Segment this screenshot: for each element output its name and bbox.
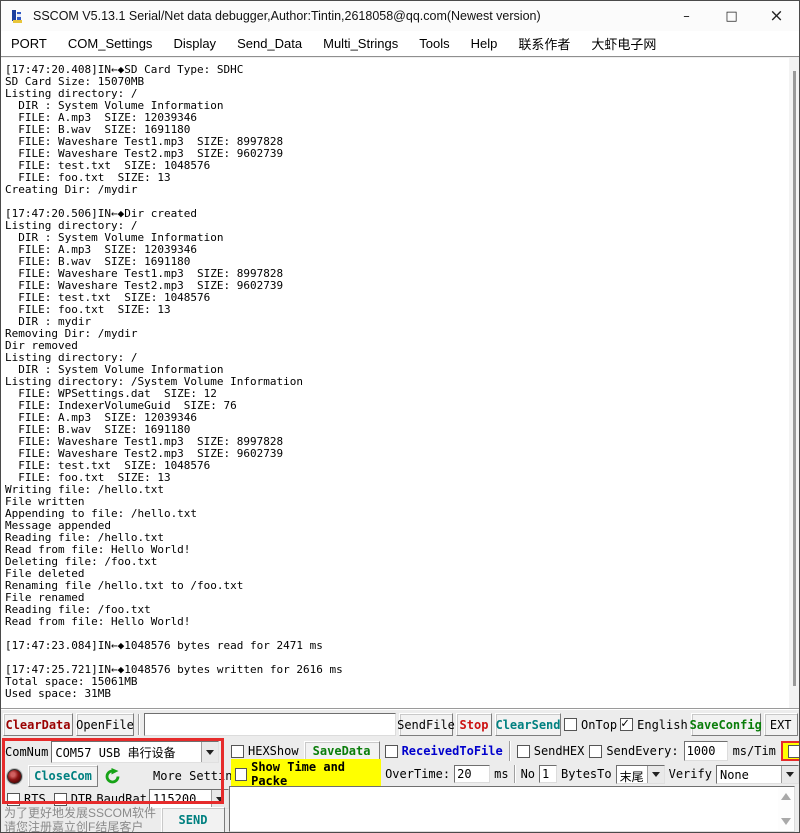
- control-panel: ClearData OpenFile SendFile Stop ClearSe…: [1, 709, 799, 833]
- send-file-path-input[interactable]: [144, 713, 396, 736]
- show-time-label: Show Time and Packe: [251, 760, 377, 788]
- sendhex-checkbox[interactable]: SendHEX: [517, 744, 585, 758]
- menu-tools[interactable]: Tools: [419, 36, 449, 51]
- english-checkbox[interactable]: English: [620, 713, 688, 736]
- save-config-button[interactable]: SaveConfig: [691, 713, 761, 736]
- window-title: SSCOM V5.13.1 Serial/Net data debugger,A…: [33, 9, 541, 23]
- group-separator: [509, 741, 511, 761]
- open-file-button[interactable]: OpenFile: [76, 713, 134, 736]
- show-time-checkbox-box: [235, 768, 247, 781]
- toolbar-separator: [138, 714, 140, 735]
- stop-button[interactable]: Stop: [456, 713, 492, 736]
- send-every-checkbox-box: [589, 745, 602, 758]
- com-port-dropdown[interactable]: COM57 USB 串行设备: [51, 741, 219, 763]
- send-text-area-wrap: [229, 786, 795, 832]
- group-separator: [514, 765, 516, 783]
- bytes-to-label: BytesTo: [561, 767, 612, 781]
- received-to-file-checkbox-box: [385, 745, 398, 758]
- menu-com-settings[interactable]: COM_Settings: [68, 36, 153, 51]
- menu-port[interactable]: PORT: [11, 36, 47, 51]
- send-every-label: SendEvery:: [606, 744, 678, 758]
- english-checkbox-box: [620, 718, 633, 731]
- overtime-input[interactable]: [454, 765, 490, 783]
- com-port-value: COM57 USB 串行设备: [52, 742, 201, 762]
- menu-send-data[interactable]: Send_Data: [237, 36, 302, 51]
- toolbar-row: ClearData OpenFile SendFile Stop ClearSe…: [3, 713, 800, 736]
- menu-contact-author[interactable]: 联系作者: [518, 34, 570, 53]
- app-icon: [9, 8, 26, 25]
- app-window: SSCOM V5.13.1 Serial/Net data debugger,A…: [0, 0, 800, 833]
- sendhex-checkbox-box: [517, 745, 530, 758]
- dtr-label: DTR: [71, 792, 93, 806]
- menu-multi-strings[interactable]: Multi_Strings: [323, 36, 398, 51]
- show-time-checkbox[interactable]: Show Time and Packe: [231, 759, 381, 789]
- verify-value: None: [717, 766, 781, 783]
- send-every-checkbox[interactable]: SendEvery:: [589, 744, 678, 758]
- send-area-scrollbar[interactable]: [778, 788, 793, 830]
- terminal-scrollbar[interactable]: [789, 58, 799, 708]
- dtr-checkbox-box: [54, 793, 67, 806]
- minimize-icon[interactable]: –: [664, 1, 709, 31]
- chevron-down-icon[interactable]: [647, 766, 664, 783]
- rts-label: RTS: [24, 792, 46, 806]
- terminal-area: [17:47:20.408]IN←◆SD Card Type: SDHC SD …: [1, 58, 799, 709]
- refresh-ports-icon[interactable]: [104, 768, 121, 785]
- frame-options-row: Show Time and Packe OverTime: ms No Byte…: [231, 764, 799, 784]
- send-button[interactable]: SEND: [161, 807, 225, 833]
- chevron-down-icon[interactable]: [201, 742, 218, 762]
- menu-help[interactable]: Help: [471, 36, 498, 51]
- bytes-to-value: 末尾: [617, 766, 647, 783]
- rts-checkbox[interactable]: RTS: [7, 792, 46, 806]
- menu-display[interactable]: Display: [173, 36, 216, 51]
- scroll-down-icon[interactable]: [781, 818, 791, 830]
- sendhex-label: SendHEX: [534, 744, 585, 758]
- terminal-scrollbar-thumb[interactable]: [793, 71, 796, 686]
- clear-send-button[interactable]: ClearSend: [495, 713, 561, 736]
- english-label: English: [637, 718, 688, 732]
- add-crlf-checkbox[interactable]: AddCrLf: [781, 741, 800, 761]
- overtime-label: OverTime:: [385, 767, 450, 781]
- ontop-label: OnTop: [581, 718, 617, 732]
- close-com-button[interactable]: CloseCom: [28, 765, 98, 787]
- overtime-unit-label: ms: [494, 767, 508, 781]
- title-bar: SSCOM V5.13.1 Serial/Net data debugger,A…: [1, 1, 799, 31]
- chevron-down-icon[interactable]: [781, 766, 798, 783]
- byte-count-input[interactable]: [539, 765, 557, 783]
- comnum-label: ComNum: [5, 745, 48, 759]
- rts-checkbox-box: [7, 793, 20, 806]
- menu-bar: PORT COM_Settings Display Send_Data Mult…: [1, 31, 799, 57]
- clear-data-button[interactable]: ClearData: [3, 713, 73, 736]
- com-control-row: CloseCom More Settings: [7, 765, 247, 787]
- add-crlf-checkbox-box: [788, 745, 800, 758]
- com-status-led-icon: [7, 769, 22, 784]
- verify-dropdown[interactable]: None: [716, 765, 799, 784]
- hexshow-label: HEXShow: [248, 744, 299, 758]
- send-interval-input[interactable]: [684, 741, 728, 761]
- hexshow-checkbox-box: [231, 745, 244, 758]
- window-controls: – □ ×: [664, 1, 799, 31]
- received-to-file-label: ReceivedToFile: [402, 744, 503, 758]
- received-to-file-checkbox[interactable]: ReceivedToFile: [385, 744, 503, 758]
- terminal-output: [17:47:20.408]IN←◆SD Card Type: SDHC SD …: [1, 58, 799, 700]
- ext-button[interactable]: EXT: [764, 713, 798, 736]
- bytes-to-dropdown[interactable]: 末尾: [616, 765, 665, 784]
- menu-daxia-site[interactable]: 大虾电子网: [591, 34, 656, 53]
- close-icon[interactable]: ×: [754, 1, 799, 31]
- scroll-up-icon[interactable]: [781, 788, 791, 800]
- hexshow-checkbox[interactable]: HEXShow: [231, 744, 299, 758]
- ontop-checkbox[interactable]: OnTop: [564, 713, 617, 736]
- verify-label: Verify: [669, 767, 712, 781]
- send-text-input[interactable]: [230, 787, 778, 831]
- dtr-checkbox[interactable]: DTR: [54, 792, 93, 806]
- baudrate-label: BaudRat: [96, 792, 147, 806]
- maximize-icon[interactable]: □: [709, 1, 754, 31]
- com-select-row: ComNum COM57 USB 串行设备: [5, 741, 219, 763]
- ontop-checkbox-box: [564, 718, 577, 731]
- interval-unit-label: ms/Tim: [733, 744, 776, 758]
- send-file-button[interactable]: SendFile: [399, 713, 453, 736]
- no-label: No: [521, 767, 535, 781]
